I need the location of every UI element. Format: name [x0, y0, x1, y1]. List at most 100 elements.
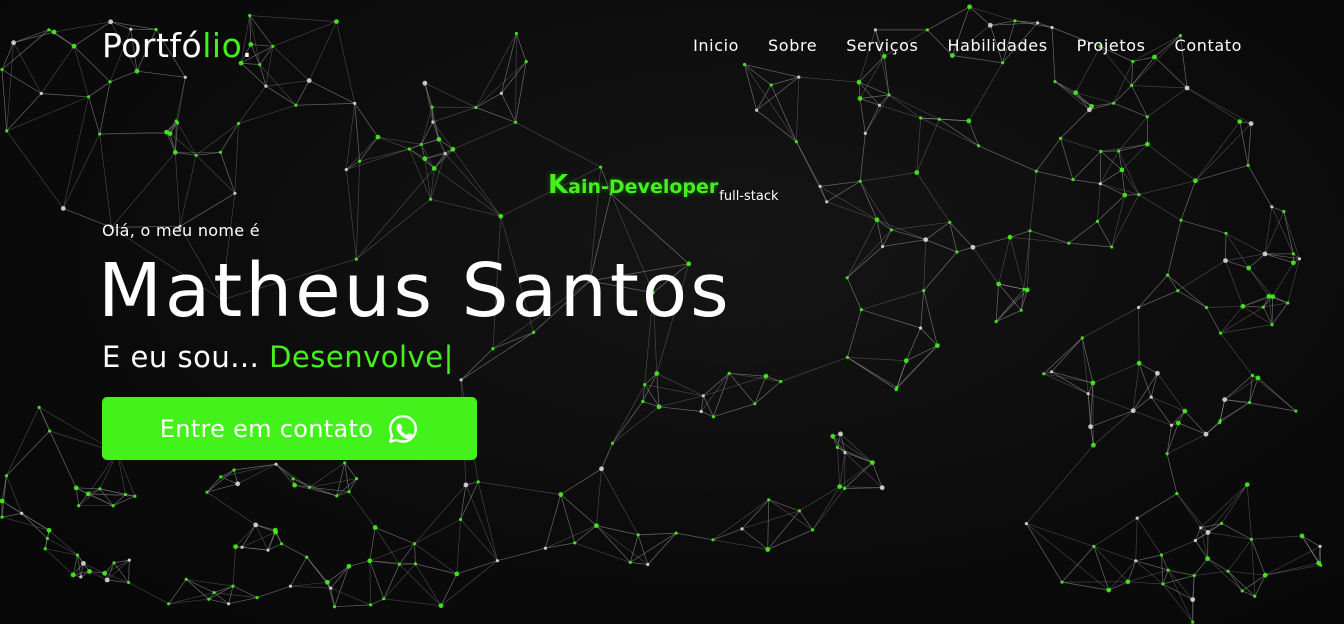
- network-line: [1184, 410, 1207, 435]
- network-node: [127, 558, 131, 562]
- network-line: [839, 452, 846, 487]
- network-node: [1125, 579, 1131, 585]
- network-node: [60, 206, 66, 211]
- nav-item-servicos[interactable]: Serviços: [846, 36, 918, 55]
- network-node: [1092, 544, 1096, 549]
- network-node: [46, 527, 52, 533]
- network-node: [996, 281, 1001, 287]
- nav-item-sobre[interactable]: Sobre: [768, 36, 817, 55]
- network-line: [846, 229, 892, 279]
- network-line: [1227, 570, 1266, 576]
- network-node: [369, 603, 373, 607]
- network-line: [1242, 305, 1264, 308]
- contact-button[interactable]: Entre em contato: [102, 397, 477, 460]
- nav-item-contato[interactable]: Contato: [1175, 36, 1242, 55]
- network-line: [232, 546, 236, 587]
- network-line: [179, 155, 197, 227]
- network-line: [330, 566, 350, 589]
- network-node: [1291, 260, 1296, 266]
- network-node: [1192, 573, 1196, 578]
- network-line: [956, 246, 973, 253]
- network-node: [1159, 553, 1164, 557]
- network-node: [843, 486, 847, 491]
- network-node: [1316, 560, 1322, 566]
- nav-item-projetos[interactable]: Projetos: [1077, 36, 1146, 55]
- network-node: [73, 485, 79, 491]
- network-line: [414, 484, 467, 544]
- network-node: [271, 44, 275, 48]
- network-line: [255, 524, 276, 531]
- network-node: [343, 461, 347, 465]
- network-node: [641, 399, 645, 404]
- network-line: [109, 70, 138, 83]
- network-line: [596, 468, 602, 526]
- nav-item-habilidades[interactable]: Habilidades: [947, 36, 1047, 55]
- network-node: [1053, 80, 1057, 84]
- network-line: [336, 478, 357, 497]
- network-node: [763, 373, 769, 379]
- nav-item-inicio[interactable]: Inicio: [693, 36, 739, 55]
- network-line: [995, 309, 1022, 322]
- network-line: [1121, 143, 1148, 171]
- network-node: [859, 308, 863, 312]
- network-line: [456, 519, 461, 574]
- network-node: [674, 531, 678, 535]
- network-node: [914, 170, 920, 175]
- network-node: [344, 168, 348, 172]
- network-node: [43, 547, 47, 551]
- network-node: [740, 527, 744, 531]
- network-node: [133, 494, 137, 498]
- network-node: [266, 548, 270, 552]
- network-line: [1, 29, 50, 70]
- network-node: [1270, 323, 1274, 327]
- network-line: [62, 133, 101, 209]
- network-line: [1100, 151, 1123, 171]
- network-node: [1050, 25, 1054, 30]
- network-line: [1180, 219, 1227, 234]
- network-line: [1088, 393, 1134, 412]
- network-node: [255, 596, 259, 600]
- network-line: [644, 384, 704, 397]
- network-line: [780, 357, 848, 382]
- network-node: [1291, 252, 1295, 256]
- network-line: [1113, 61, 1134, 104]
- network-line: [1100, 169, 1123, 184]
- network-node: [112, 561, 116, 565]
- network-line: [1271, 296, 1274, 325]
- network-node: [1248, 400, 1252, 405]
- network-line: [1166, 425, 1172, 454]
- network-line: [1162, 583, 1193, 623]
- network-line: [1133, 410, 1172, 426]
- network-node: [258, 63, 262, 67]
- network-line: [355, 161, 361, 260]
- network-line: [1068, 242, 1112, 248]
- network-line: [220, 463, 277, 478]
- network-node: [219, 475, 223, 479]
- network-node: [711, 415, 716, 419]
- network-node: [235, 481, 241, 487]
- network-line: [259, 46, 274, 65]
- network-line: [812, 486, 840, 531]
- network-node: [811, 528, 815, 532]
- network-line: [1220, 332, 1253, 376]
- network-node: [701, 394, 705, 398]
- network-line: [1097, 183, 1101, 222]
- network-line: [1051, 337, 1083, 373]
- network-line: [169, 133, 176, 153]
- network-node: [856, 79, 862, 85]
- network-line: [420, 107, 433, 145]
- network-line: [1167, 274, 1207, 308]
- logo[interactable]: Portfólio.: [102, 26, 253, 65]
- network-node: [1071, 178, 1075, 182]
- network-node: [264, 84, 268, 88]
- network-node: [75, 553, 80, 557]
- network-line: [377, 136, 422, 145]
- network-line: [826, 201, 878, 221]
- network-line: [21, 513, 48, 539]
- network-node: [1193, 538, 1197, 543]
- network-line: [1225, 233, 1227, 261]
- network-line: [1248, 267, 1273, 297]
- network-line: [741, 528, 768, 550]
- network-line: [1225, 233, 1249, 269]
- network-line: [1132, 396, 1152, 411]
